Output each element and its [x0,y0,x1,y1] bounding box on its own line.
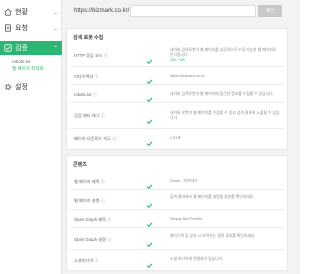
chevron-up-icon: ⌃ [52,45,58,52]
document-icon [4,24,12,32]
row-desc: https://bizmark.co.kr/ [170,74,206,78]
home-icon [4,8,12,16]
row-label: HTTP 응답 코드 ⓘ [74,53,108,58]
table-row: 소셜미디어 ⓘ 소셜 미디어에 연결되어 있습니다. [70,250,284,270]
check-icon [146,177,153,190]
row-desc: Simply But Flexible [170,217,203,221]
row-label: 검증 메타 태그 ⓘ [74,113,105,118]
check-icon [146,256,153,269]
check-icon [146,215,153,228]
row-desc: 1.51초 [170,136,181,140]
chevron-down-icon: ⌄ [52,9,58,16]
row-desc: Home - 비즈마크 [170,179,198,183]
row-status-value: 200 : OK [170,58,185,62]
check-icon [146,52,153,65]
table-row: 웹 페이지 제목 ⓘ Home - 비즈마크 [70,172,284,190]
sidebar-item-label: 검증 [15,45,28,52]
check-icon [146,90,153,103]
check-icon [146,235,153,248]
check-icon [146,72,153,85]
subitem-webpage-optimize[interactable]: 웹 페이지 최적화 [12,66,43,72]
check-icon [4,44,12,52]
row-desc: 네이버 로봇이 웹 페이지를 수집할 수 있고 검색 결과에 노출될 수 있습니… [170,111,280,120]
sidebar-item-status[interactable]: 현황 ⌄ [0,5,62,19]
row-label: 웹 페이지 제목 ⓘ [74,179,105,184]
sidebar: 현황 ⌄ 요청 ⌄ 검증 ⌃ robots.txt 웹 페이지 최적화 설정 [0,0,62,274]
sidebar-item-settings[interactable]: 설정 [0,80,62,94]
row-desc-text: 네이버 검색로봇이 웹 페이지를 성공적으로 수집 가능한 웹 페이지로 인식합… [170,48,277,57]
table-row: 검증 메타 태그 ⓘ 네이버 로봇이 웹 페이지를 수집할 수 있고 검색 결과… [70,103,284,129]
row-label: 웹 페이지 설명 ⓘ [74,198,105,203]
row-label: 소셜미디어 ⓘ [74,258,99,263]
sidebar-item-request[interactable]: 요청 ⌄ [0,21,62,35]
gear-icon [4,83,12,91]
table-row: Open Graph 설명 ⓘ 페이스북 등 공유 시 보여지는 설명 정보를 … [70,228,284,250]
content-section: 콘텐츠 웹 페이지 제목 ⓘ Home - 비즈마크 웹 페이지 설명 ⓘ 검색… [66,155,288,271]
url-input[interactable]: https://bizmark.co.kr/ [74,6,129,16]
check-icon [146,196,153,209]
table-row: Open Graph 제목 ⓘ Simply But Flexible [70,210,284,228]
sidebar-item-verify[interactable]: 검증 ⌃ [0,41,62,55]
row-desc: 소셜 미디어에 연결되어 있습니다. [170,257,224,261]
sidebar-item-label: 요청 [15,25,28,32]
row-desc: 네이버 검색로봇의 웹 페이지에 접근한 정보를 수집할 수 있습니다. [170,92,274,96]
sidebar-item-label: 설정 [15,84,28,91]
sidebar-item-label: 현황 [15,9,28,16]
row-label: 리다이렉션 ⓘ [74,74,99,79]
table-row: 페이지 다운로드 속도 ⓘ 1.51초 [70,129,284,147]
row-label: 페이지 다운로드 속도 ⓘ [74,136,117,141]
table-row: 웹 페이지 설명 ⓘ 검색 결과에서 웹 페이지를 설명할 정보를 확인하세요. [70,190,284,210]
section-title: 콘텐츠 [73,162,87,168]
check-icon [146,112,153,125]
row-label: Open Graph 제목 ⓘ [74,217,112,222]
confirm-button[interactable]: 확인 [258,5,282,17]
row-label: robots.txt ⓘ [74,92,97,97]
check-icon [146,134,153,147]
row-desc: 네이버 검색로봇이 웹 페이지를 성공적으로 수집 가능한 웹 페이지로 인식합… [170,48,280,63]
chevron-down-icon: ⌄ [52,25,58,32]
table-row: 리다이렉션 ⓘ https://bizmark.co.kr/ [70,67,284,85]
row-label: Open Graph 설명 ⓘ [74,237,112,242]
table-row: robots.txt ⓘ 네이버 검색로봇의 웹 페이지에 접근한 정보를 수집… [70,85,284,103]
subitem-robots[interactable]: robots.txt [12,59,31,64]
url-field-box[interactable] [130,5,256,17]
crawl-section: 검색 로봇 수집 HTTP 응답 코드 ⓘ 네이버 검색로봇이 웹 페이지를 성… [66,28,288,150]
row-desc: 검색 결과에서 웹 페이지를 설명할 정보를 확인하세요. [170,195,255,199]
table-row: HTTP 응답 코드 ⓘ 네이버 검색로봇이 웹 페이지를 성공적으로 수집 가… [70,45,284,67]
row-desc: 페이스북 등 공유 시 보여지는 설명 정보를 확인하세요. [170,234,256,238]
section-title: 검색 로봇 수집 [73,35,104,41]
